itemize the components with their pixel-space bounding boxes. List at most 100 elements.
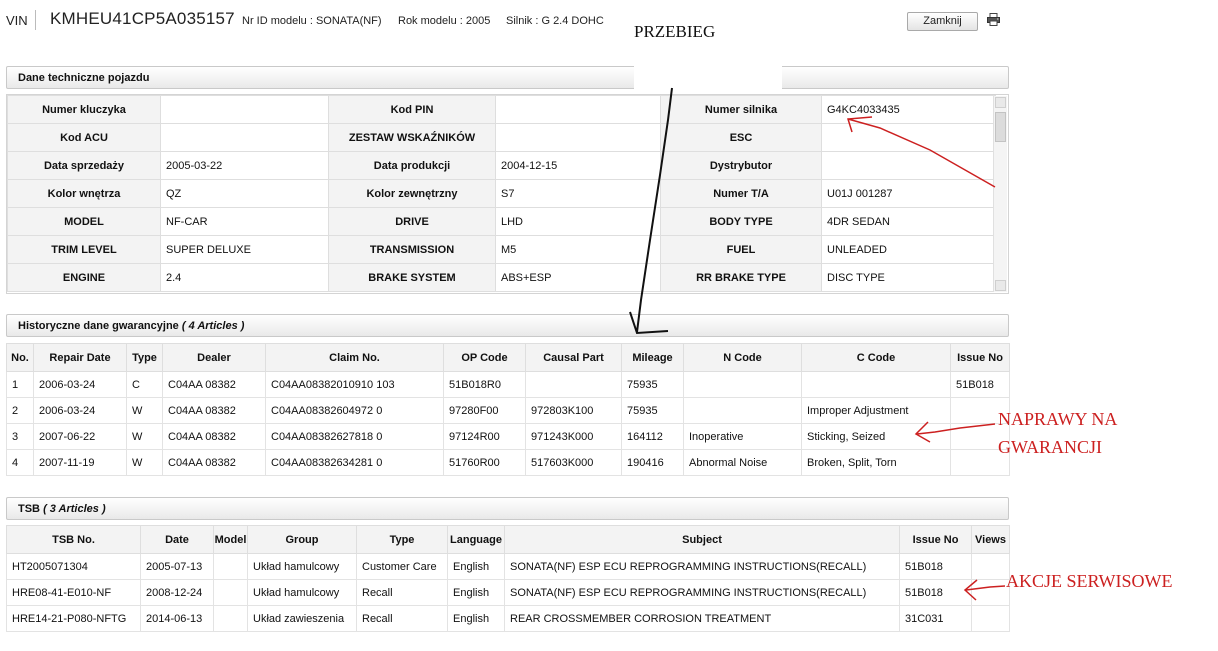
tsb-cell: 51B018 (899, 553, 972, 580)
tech-value: 2.4 (160, 263, 329, 292)
warranty-cell (801, 371, 951, 398)
warranty-cell: Sticking, Seized (801, 423, 951, 450)
tech-section-header: Dane techniczne pojazdu (6, 66, 1009, 89)
tsb-col-header: Group (247, 525, 357, 554)
tsb-cell: Układ hamulcowy (247, 553, 357, 580)
scroll-down-icon[interactable] (995, 280, 1006, 291)
tsb-section-title: TSB ( 3 Articles ) (18, 503, 106, 515)
table-row[interactable]: 1 2006-03-24 C C04AA 08382 C04AA08382010910 … (6, 371, 1010, 398)
tsb-section-header: TSB ( 3 Articles ) (6, 497, 1009, 520)
tech-label: Kolor wnętrza (7, 179, 161, 208)
table-row[interactable]: 4 2007-11-19 W C04AA 08382 C04AA08382634281 … (6, 449, 1010, 476)
tech-table: Numer kluczyka Kod PIN Numer silnika G4KC40… (7, 95, 996, 292)
warranty-col-header: Claim No. (265, 343, 444, 372)
tech-section-title: Dane techniczne pojazdu (18, 72, 150, 84)
warranty-cell: Broken, Split, Torn (801, 449, 951, 476)
warranty-col-header: Dealer (162, 343, 266, 372)
header-divider (35, 10, 36, 30)
tech-value: LHD (495, 207, 661, 236)
warranty-cell: C04AA08382627818 0 (265, 423, 444, 450)
tsb-cell (971, 605, 1010, 632)
warranty-cell: 164112 (621, 423, 684, 450)
tsb-cell: SONATA(NF) ESP ECU REPROGRAMMING INSTRUC… (504, 553, 900, 580)
warranty-cell: 97124R00 (443, 423, 526, 450)
tsb-col-header: Date (140, 525, 214, 554)
tech-row: Numer kluczyka Kod PIN Numer silnika G4KC40… (7, 95, 996, 124)
tech-label: Data produkcji (328, 151, 496, 180)
tech-scrollbar[interactable] (993, 96, 1007, 292)
annotation-przebieg: PRZEBIEG (634, 22, 716, 41)
warranty-cell: 1 (6, 371, 34, 398)
warranty-cell: 972803K100 (525, 397, 622, 424)
warranty-col-header: Causal Part (525, 343, 622, 372)
tech-data-grid: Numer kluczyka Kod PIN Numer silnika G4KC40… (6, 94, 1009, 294)
table-row[interactable]: 3 2007-06-22 W C04AA 08382 C04AA08382627818 … (6, 423, 1010, 450)
warranty-cell: Improper Adjustment (801, 397, 951, 424)
warranty-cell: W (126, 397, 163, 424)
tech-value: G4KC4033435 (821, 95, 996, 124)
warranty-cell: C04AA08382634281 0 (265, 449, 444, 476)
tsb-cell: 2014-06-13 (140, 605, 214, 632)
tech-value (821, 123, 996, 152)
tech-label: TRANSMISSION (328, 235, 496, 264)
tech-label: ENGINE (7, 263, 161, 292)
warranty-col-header: Type (126, 343, 163, 372)
annotation-naprawy-line1: NAPRAWY NA (998, 409, 1118, 429)
warranty-cell: C04AA08382010910 103 (265, 371, 444, 398)
scroll-thumb[interactable] (995, 112, 1006, 142)
tsb-col-header: Model (213, 525, 248, 554)
warranty-cell: C04AA 08382 (162, 371, 266, 398)
tsb-cell: English (447, 553, 505, 580)
warranty-cell: W (126, 449, 163, 476)
annotation-whiteout (634, 46, 782, 90)
warranty-cell (683, 371, 802, 398)
tech-row: Kod ACU ZESTAW WSKAŹNIKÓW ESC (7, 123, 996, 152)
warranty-col-header: Issue No (950, 343, 1010, 372)
tech-value: 2004-12-15 (495, 151, 661, 180)
tech-label: Numer kluczyka (7, 95, 161, 124)
tech-label: DRIVE (328, 207, 496, 236)
warranty-section-header: Historyczne dane gwarancyjne ( 4 Article… (6, 314, 1009, 337)
tsb-col-header: TSB No. (6, 525, 141, 554)
tech-label: Kod PIN (328, 95, 496, 124)
tech-row: TRIM LEVEL SUPER DELUXE TRANSMISSION M5 FUEL… (7, 235, 996, 264)
tsb-col-header: Subject (504, 525, 900, 554)
warranty-cell: 75935 (621, 371, 684, 398)
print-icon[interactable] (987, 13, 1000, 26)
table-row[interactable]: HT2005071304 2005-07-13 Układ hamulcowy Cus… (6, 553, 1010, 580)
tech-value: 4DR SEDAN (821, 207, 996, 236)
scroll-up-icon[interactable] (995, 97, 1006, 108)
warranty-col-header: OP Code (443, 343, 526, 372)
tech-value: M5 (495, 235, 661, 264)
tech-value: NF-CAR (160, 207, 329, 236)
tech-label: TRIM LEVEL (7, 235, 161, 264)
table-row[interactable]: 2 2006-03-24 W C04AA 08382 C04AA08382604972 … (6, 397, 1010, 424)
table-row[interactable]: HRE14-21-P080-NFTG 2014-06-13 Układ zawies… (6, 605, 1010, 632)
tech-label: Numer T/A (660, 179, 822, 208)
warranty-cell: Inoperative (683, 423, 802, 450)
tsb-cell: REAR CROSSMEMBER CORROSION TREATMENT (504, 605, 900, 632)
tsb-col-header: Issue No (899, 525, 972, 554)
warranty-cell: 517603K000 (525, 449, 622, 476)
tech-label: FUEL (660, 235, 822, 264)
tsb-cell (971, 553, 1010, 580)
warranty-cell: C04AA 08382 (162, 397, 266, 424)
vin-value: KMHEU41CP5A035157 (50, 9, 235, 28)
tech-row: MODEL NF-CAR DRIVE LHD BODY TYPE 4DR SEDAN (7, 207, 996, 236)
tech-label: Kod ACU (7, 123, 161, 152)
warranty-cell: 75935 (621, 397, 684, 424)
warranty-cell: 97280F00 (443, 397, 526, 424)
model-id: Nr ID modelu : SONATA(NF) (242, 15, 382, 27)
tech-row: ENGINE 2.4 BRAKE SYSTEM ABS+ESP RR BRAKE TYP… (7, 263, 996, 292)
warranty-col-header: Mileage (621, 343, 684, 372)
warranty-cell: Abnormal Noise (683, 449, 802, 476)
engine-info: Silnik : G 2.4 DOHC (506, 15, 604, 27)
tech-value: 2005-03-22 (160, 151, 329, 180)
tech-value: DISC TYPE (821, 263, 996, 292)
warranty-cell: C04AA08382604972 0 (265, 397, 444, 424)
warranty-cell (683, 397, 802, 424)
tsb-cell: SONATA(NF) ESP ECU REPROGRAMMING INSTRUC… (504, 579, 900, 606)
warranty-col-header: No. (6, 343, 34, 372)
close-button[interactable]: Zamknij (907, 12, 978, 31)
table-row[interactable]: HRE08-41-E010-NF 2008-12-24 Układ hamulcow… (6, 579, 1010, 606)
